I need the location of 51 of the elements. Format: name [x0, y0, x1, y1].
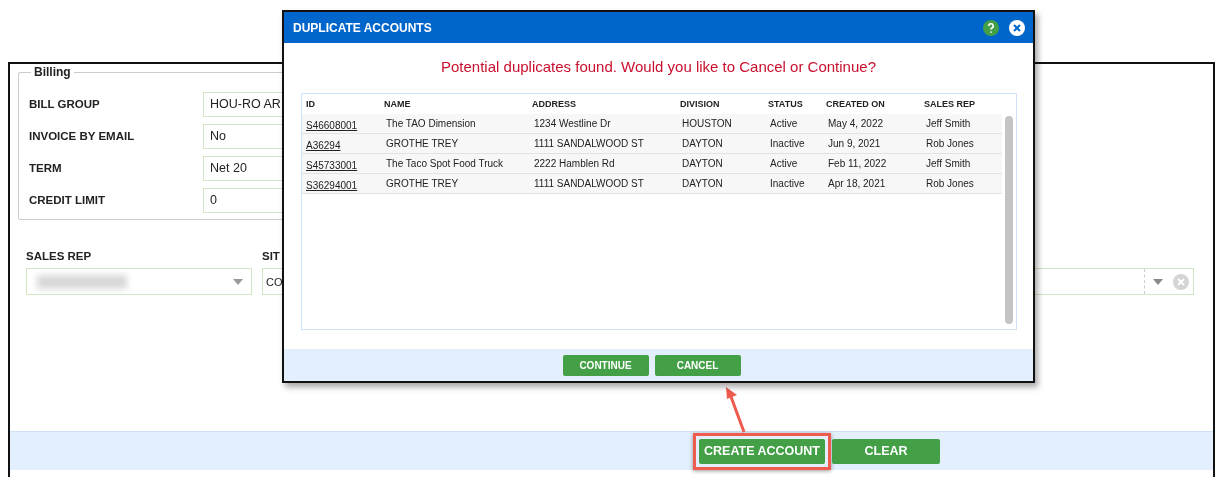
field-label: CREDIT LIMIT: [29, 194, 107, 206]
column-header: ID: [306, 99, 316, 109]
column-header: SALES REP: [924, 99, 976, 109]
account-id-link[interactable]: S45733001: [306, 159, 358, 171]
table-cell-text: DAYTON: [681, 138, 724, 149]
table-cell-text: Rob Jones: [925, 138, 975, 149]
table-cell-text: Apr 18, 2021: [827, 178, 887, 189]
table-cell-text: The TAO Dimension: [385, 118, 477, 129]
select-field[interactable]: [26, 268, 252, 295]
table-cell-text: 1234 Westline Dr: [533, 118, 612, 129]
clear-icon[interactable]: [1173, 274, 1189, 290]
table-cell-text: Inactive: [769, 138, 806, 149]
field-label: INVOICE BY EMAIL: [29, 130, 136, 142]
column-header: NAME: [384, 99, 412, 109]
dialog-title: DUPLICATE ACCOUNTS: [293, 20, 433, 35]
table-cell-text: DAYTON: [681, 178, 724, 189]
table-cell-text: 1111 SANDALWOOD ST: [533, 178, 645, 189]
help-icon[interactable]: [983, 19, 999, 36]
table-cell-text: May 4, 2022: [827, 118, 885, 129]
column-header: DIVISION: [680, 99, 721, 109]
column-header: STATUS: [768, 99, 804, 109]
field-label: TERM: [29, 162, 63, 174]
table-cell-text: Jun 9, 2021: [827, 138, 882, 149]
column-header: ADDRESS: [532, 99, 577, 109]
table-cell-text: GROTHE TREY: [385, 178, 460, 189]
caret-icon: [233, 279, 243, 285]
account-id-link[interactable]: S36294001: [306, 179, 358, 191]
field-label: BILL GROUP: [29, 98, 101, 110]
column-header: CREATED ON: [826, 99, 886, 109]
account-id-link[interactable]: A36294: [306, 139, 341, 151]
close-icon[interactable]: [1009, 19, 1025, 36]
field-label: SALES REP: [26, 250, 93, 264]
duplicates-message: Potential duplicates found. Would you like to Cancel or Continue?: [440, 58, 877, 75]
table-cell-text: GROTHE TREY: [385, 138, 460, 149]
table-cell-text: Feb 11, 2022: [827, 158, 888, 169]
table-cell-text: 2222 Hamblen Rd: [533, 158, 616, 169]
table-cell-text: Active: [769, 118, 799, 129]
scrollbar[interactable]: [1005, 116, 1013, 324]
table-cell-text: Active: [769, 158, 799, 169]
table-cell-text: DAYTON: [681, 158, 724, 169]
table-cell-text: Rob Jones: [925, 178, 975, 189]
table-cell-text: Inactive: [769, 178, 806, 189]
billing-legend: Billing: [31, 65, 74, 79]
field-label: SIT: [262, 250, 281, 264]
table-cell-text: Jeff Smith: [925, 118, 972, 129]
table-cell-text: The Taco Spot Food Truck: [385, 158, 505, 169]
caret-icon: [1153, 279, 1163, 285]
table-cell-text: HOUSTON: [681, 118, 733, 129]
table-cell-text: Jeff Smith: [925, 158, 972, 169]
table-cell-text: 1111 SANDALWOOD ST: [533, 138, 645, 149]
account-id-link[interactable]: S46608001: [306, 119, 358, 131]
